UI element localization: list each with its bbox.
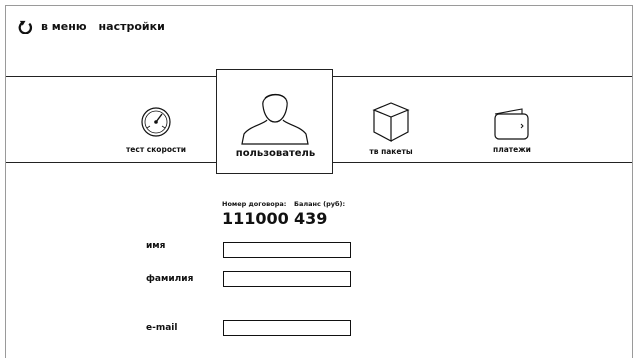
- tv-box-icon: [372, 102, 410, 142]
- back-to-menu-link[interactable]: в меню: [41, 20, 87, 33]
- surname-field[interactable]: [223, 271, 351, 287]
- name-label: имя: [146, 241, 166, 251]
- wallet-icon: [494, 108, 529, 140]
- tab-speed-test[interactable]: тест скорости: [110, 77, 202, 164]
- tab-speed-test-label: тест скорости: [125, 145, 187, 154]
- email-label: e-mail: [146, 323, 178, 333]
- user-icon: [241, 93, 309, 145]
- tab-user[interactable]: пользователь: [216, 69, 333, 174]
- balance-value: 439: [294, 209, 328, 228]
- contract-number-caption: Номер договора:: [222, 200, 287, 208]
- contract-info: Номер договора: 111000: [222, 200, 289, 228]
- speedometer-icon: [141, 107, 171, 137]
- back-arrow-icon[interactable]: [18, 19, 33, 34]
- balance-caption: Баланс (руб):: [294, 200, 346, 208]
- tab-user-label: пользователь: [235, 148, 316, 159]
- tab-tv-packages-label: тв пакеты: [369, 147, 413, 156]
- email-field[interactable]: [223, 320, 351, 336]
- tab-payments-label: платежи: [493, 145, 531, 154]
- tab-payments[interactable]: платежи: [472, 77, 552, 164]
- top-bar: в меню настройки: [18, 16, 165, 36]
- contract-number-value: 111000: [222, 209, 289, 228]
- tab-tv-packages[interactable]: тв пакеты: [351, 77, 431, 164]
- settings-frame: [5, 5, 633, 358]
- name-field[interactable]: [223, 242, 351, 258]
- settings-tabs: тест скорости пользователь тв пакеты пла…: [6, 69, 632, 174]
- surname-label: фамилия: [146, 274, 194, 284]
- page-title: настройки: [98, 19, 165, 33]
- balance-info: Баланс (руб): 439: [294, 200, 345, 228]
